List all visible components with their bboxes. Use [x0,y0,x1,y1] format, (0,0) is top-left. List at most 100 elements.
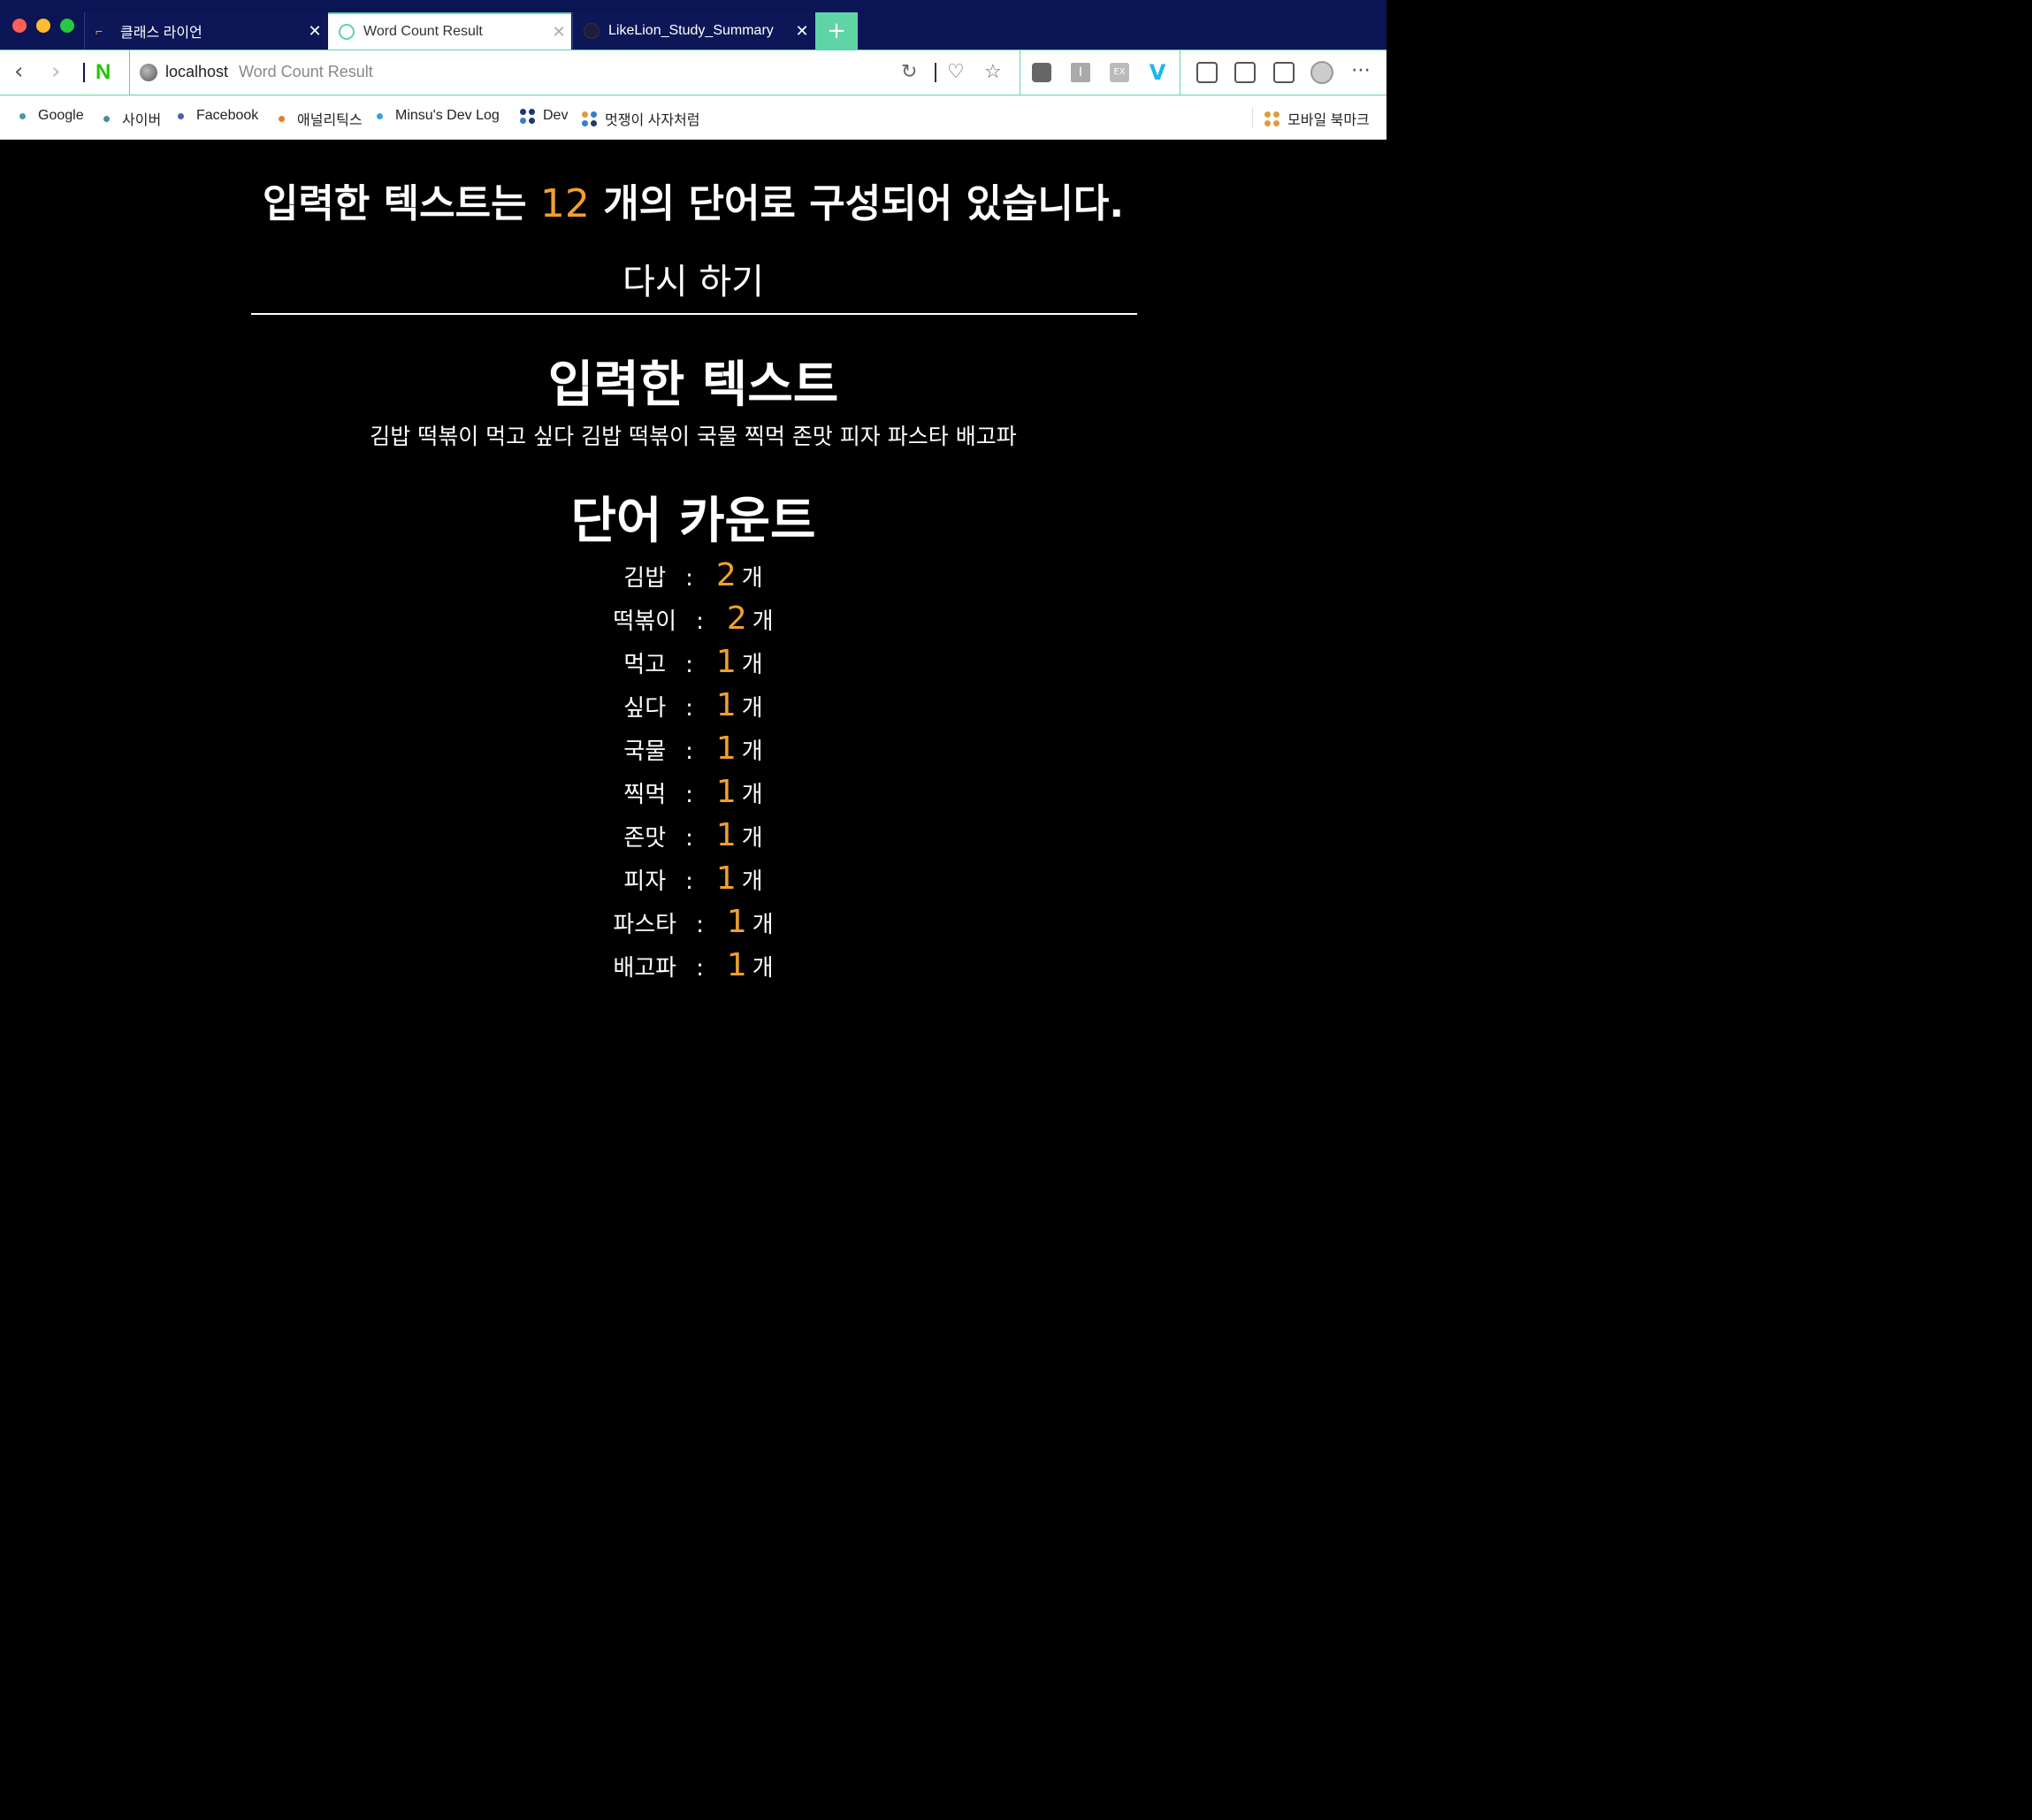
bookmark-analytics[interactable]: 애널리틱스 [279,108,363,129]
folder-grid-icon [520,108,535,124]
bookmark-label: 모바일 북마크 [1287,113,1370,128]
bookmark-label: 애널리틱스 [297,113,363,128]
list-item: 싶다 : 1 개 [0,687,1386,730]
bookmark-google[interactable]: Google [19,108,84,124]
back-icon[interactable]: ‹ [14,59,23,84]
bookmark-star-icon[interactable]: ☆ [984,61,1002,84]
count-unit: 개 [741,825,763,852]
extensions-area: I EX V [1021,50,1180,95]
colon: : [685,868,693,895]
github-favicon-icon [584,23,600,39]
bookmark-dot-icon [19,112,26,119]
headline-prefix: 입력한 텍스트는 [262,181,540,226]
tab-title: LikeLion_Study_Summary [608,23,774,38]
word-label: 배고파 [613,955,677,982]
list-item: 파스타 : 1 개 [0,904,1386,947]
word-label: 싶다 [623,695,667,722]
list-item: 국물 : 1 개 [0,730,1386,774]
colon: : [685,825,693,852]
ex-extension-icon[interactable]: EX [1110,63,1129,82]
class-lion-favicon-icon: ⌐ [95,24,103,38]
tab-title: 클래스 라이언 [120,26,202,41]
reload-icon[interactable]: ↻ [901,61,917,84]
list-item: 찍먹 : 1 개 [0,774,1386,817]
info-icon[interactable] [1234,62,1256,83]
tab-likelion-study[interactable]: LikeLion_Study_Summary ✕ [572,12,814,50]
profile-avatar[interactable] [1310,61,1333,84]
site-globe-icon [140,64,157,81]
naver-home-icon[interactable]: N [95,60,111,85]
vimeo-extension-icon[interactable]: V [1148,62,1167,83]
pocket-icon[interactable]: ♡ [947,61,965,84]
divider [251,313,1137,315]
reader-extension-icon[interactable]: I [1071,63,1090,82]
new-tab-button[interactable]: + [815,12,858,50]
word-count: 1 [715,860,737,897]
count-unit: 개 [752,912,774,938]
word-label: 떡볶이 [613,608,677,635]
bookmarks-divider [1252,108,1253,127]
word-label: 먹고 [623,652,667,678]
maximize-window-button[interactable] [60,19,74,33]
input-text: 김밥 떡볶이 먹고 싶다 김밥 떡볶이 국물 찍먹 존맛 피자 파스타 배고파 [370,424,1017,449]
forward-icon[interactable]: › [51,59,60,84]
more-menu-icon[interactable]: ⋯ [1351,59,1371,81]
bookmark-dev-log[interactable]: Minsu's Dev Log [377,108,500,124]
word-count: 1 [715,774,737,810]
word-count: 1 [726,904,747,940]
word-label: 피자 [623,868,667,895]
count-unit: 개 [752,955,774,982]
sidebar-icon[interactable] [1273,62,1295,83]
bookmark-dot-icon [103,115,110,122]
bookmark-dot-icon [279,115,285,122]
address-divider [935,63,936,82]
count-unit: 개 [741,565,763,592]
tab-strip: ⌐ 클래스 라이언 ✕ Word Count Result ✕ LikeLion… [0,0,1386,50]
word-count: 1 [715,730,737,767]
camera-icon[interactable] [1032,63,1051,82]
bookmark-cyber[interactable]: 사이버 [103,108,161,129]
bookmark-dot-icon [377,112,383,119]
bookmark-folder-mobile[interactable]: 모바일 북마크 [1264,108,1370,129]
browser-window: ⌐ 클래스 라이언 ✕ Word Count Result ✕ LikeLion… [0,0,1386,1242]
close-window-button[interactable] [12,19,27,33]
tab-close-icon[interactable]: ✕ [790,22,814,41]
retry-link[interactable]: 다시 하기 [0,253,1386,304]
screenshot-icon[interactable] [1196,62,1218,83]
minimize-window-button[interactable] [36,19,50,33]
bookmark-label: 사이버 [122,113,162,128]
word-count-list: 김밥 : 2 개 떡볶이 : 2 개 먹고 : 1 개 싶다 : 1 개 국물 … [0,557,1386,990]
list-item: 김밥 : 2 개 [0,557,1386,600]
address-bar[interactable]: localhost Word Count Result ↻ ♡ ☆ [129,50,1020,95]
word-count: 1 [715,644,737,680]
count-unit: 개 [741,738,763,765]
count-unit: 개 [752,608,774,635]
colon: : [685,652,693,678]
colon: : [696,912,704,938]
word-label: 김밥 [623,565,667,592]
colon: : [685,738,693,765]
bookmark-facebook[interactable]: Facebook [178,108,258,124]
tab-class-lion[interactable]: ⌐ 클래스 라이언 ✕ [84,12,327,50]
colon: : [685,695,693,722]
word-total-count: 12 [539,181,590,226]
word-label: 존맛 [623,825,667,852]
tab-close-icon[interactable]: ✕ [546,23,571,42]
toolbar-divider [83,63,85,82]
word-count: 1 [715,687,737,723]
list-item: 존맛 : 1 개 [0,817,1386,860]
colon: : [696,955,704,982]
colon: : [685,782,693,808]
colon: : [696,608,704,635]
tab-close-icon[interactable]: ✕ [302,22,327,41]
colon: : [685,565,693,592]
page-content: 입력한 텍스트는 12 개의 단어로 구성되어 있습니다. 다시 하기 입력한 … [0,140,1386,1242]
count-unit: 개 [741,868,763,895]
bookmark-folder-likelion[interactable]: 멋쟁이 사자처럼 [582,108,700,129]
url-page-title: Word Count Result [239,63,373,80]
url-host: localhost [165,63,229,80]
headline-suffix: 개의 단어로 구성되어 있습니다. [589,181,1125,226]
count-unit: 개 [741,695,763,722]
tab-word-count-result[interactable]: Word Count Result ✕ [328,12,571,50]
bookmark-folder-dev[interactable]: Dev [520,108,568,124]
